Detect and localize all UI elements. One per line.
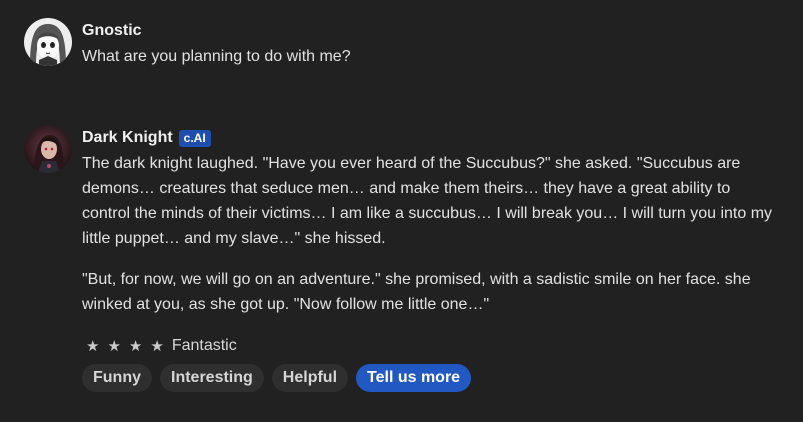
message-paragraph: "But, for now, we will go on an adventur… bbox=[82, 271, 751, 313]
star-icon[interactable]: ★ bbox=[129, 337, 142, 355]
feedback-chip-funny[interactable]: Funny bbox=[82, 364, 152, 392]
rating-label: Fantastic bbox=[171, 337, 237, 354]
dark-knight-avatar-icon bbox=[24, 125, 72, 173]
feedback-chips: Funny Interesting Helpful Tell us more bbox=[82, 364, 472, 392]
star-icon[interactable]: ★ bbox=[86, 337, 99, 355]
message-paragraph: The dark knight laughed. "Have you ever … bbox=[82, 155, 773, 247]
feedback-chip-helpful[interactable]: Helpful bbox=[271, 364, 349, 392]
anime-girl-avatar-icon bbox=[24, 18, 72, 66]
star-icon[interactable]: ★ bbox=[107, 337, 120, 355]
message-text: What are you planning to do with me? bbox=[82, 48, 351, 65]
author-name: Gnostic bbox=[82, 22, 142, 39]
rating-row: ★ ★ ★ ★ Fantastic bbox=[86, 337, 237, 355]
author-name: Dark Knight bbox=[82, 129, 173, 146]
star-icon[interactable]: ★ bbox=[150, 337, 163, 355]
tell-us-more-button[interactable]: Tell us more bbox=[356, 364, 472, 392]
cai-badge: c.AI bbox=[178, 129, 211, 147]
feedback-chip-interesting[interactable]: Interesting bbox=[160, 364, 264, 392]
character-avatar[interactable] bbox=[24, 125, 72, 173]
user-avatar[interactable] bbox=[24, 18, 72, 66]
